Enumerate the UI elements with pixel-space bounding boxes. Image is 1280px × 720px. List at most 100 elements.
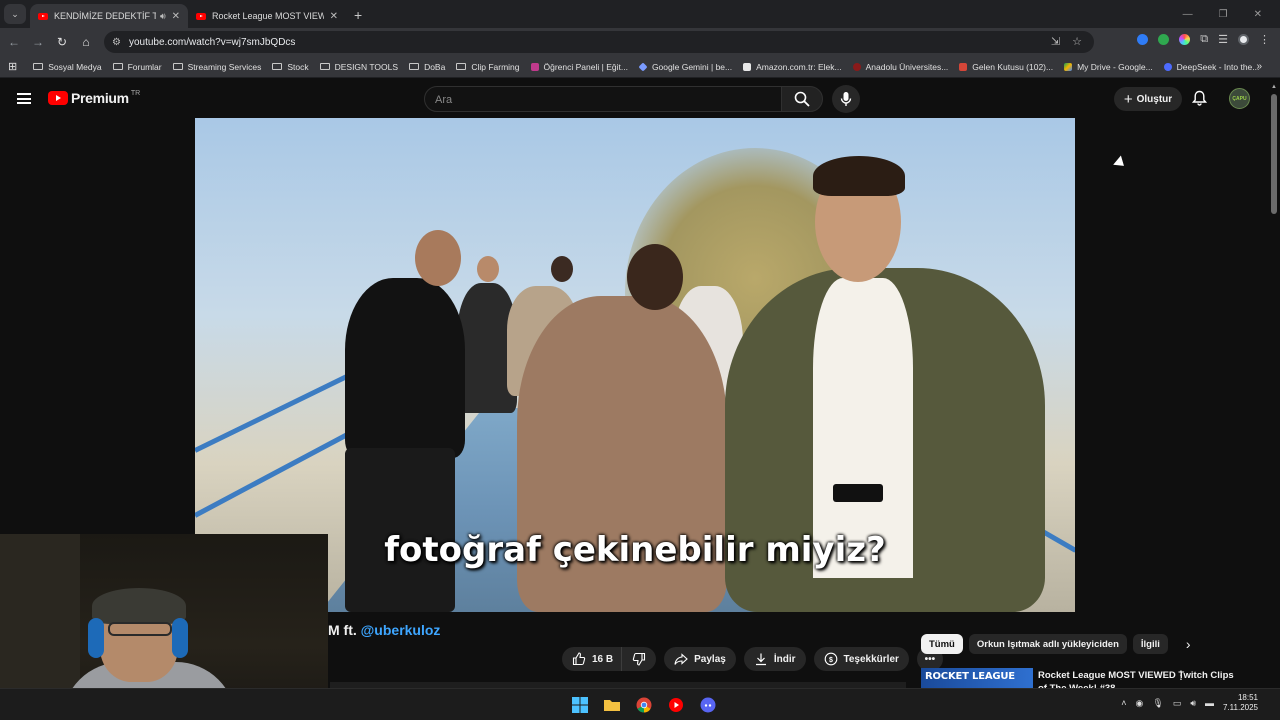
windows-start-icon[interactable] [570,695,590,715]
notifications-button[interactable] [1191,90,1208,111]
bookmark-label: DeepSeek - Into the... [1176,61,1260,72]
mention-link[interactable]: @uberkuloz [361,622,441,638]
search-button[interactable] [781,86,823,112]
bookmark-link[interactable]: Öğrenci Paneli | Eğit... [530,62,628,72]
home-icon[interactable]: ⌂ [76,35,96,49]
address-bar[interactable]: ⚙ youtube.com/watch?v=wj7smJbQDcs ⇲ ☆ [104,31,1094,53]
forward-icon[interactable]: → [28,35,48,49]
bookmark-link[interactable]: Google Gemini | be... [638,62,732,72]
bookmark-folder[interactable]: DESIGN TOOLS [319,61,399,72]
video-person-head [415,230,461,286]
youtube-app-icon[interactable] [666,695,686,715]
bookmark-link[interactable]: Gelen Kutusu (102)... [959,62,1053,72]
bookmark-link[interactable]: DeepSeek - Into the... [1163,61,1260,72]
volume-icon[interactable]: 🔊︎ [1190,698,1196,709]
bookmark-folder[interactable]: DoBa [409,62,445,72]
tab-title: KENDİMİZE DEDEKTİF TUTT [54,11,156,21]
screen: ⌄ KENDİMİZE DEDEKTİF TUTT 🔊︎ ✕ Rocket Le… [0,0,1280,720]
dislike-button[interactable] [621,647,657,671]
like-button[interactable]: 16 B [562,647,622,671]
youtube-logo[interactable]: Premium TR [48,90,140,106]
more-bookmarks-icon[interactable]: » [1256,61,1262,72]
discord-tray-icon[interactable]: ◉ [1136,698,1144,709]
bookmark-folder[interactable]: Forumlar [112,61,162,72]
close-tab-icon[interactable]: ✕ [330,11,338,22]
more-vertical-icon[interactable]: ⋮ [1175,668,1187,682]
minimize-icon[interactable]: — [1183,9,1193,20]
video-person-head [551,256,573,282]
menu-icon[interactable]: ⋮ [1259,33,1270,46]
windows-taskbar: ˄ ◉ 🎙︎ ▭ 🔊︎ ▬ 18:51 7.11.2025 [0,688,1280,720]
voice-search-button[interactable] [832,85,860,113]
bookmark-folder[interactable]: Clip Farming [456,62,520,72]
scrollbar-thumb[interactable] [1271,94,1277,214]
chip-from-uploader[interactable]: Orkun Işıtmak adlı yükleyiciden [968,634,1127,654]
chip-all[interactable]: Tümü [921,634,963,654]
extension-icon[interactable] [1179,34,1191,45]
media-control-icon[interactable]: ☰ [1218,33,1228,46]
page-scrollbar[interactable]: ▲ [1268,80,1280,688]
scroll-up-icon[interactable]: ▲ [1271,84,1277,90]
extension-icon[interactable] [1158,34,1170,45]
folder-icon [33,63,44,70]
chevron-up-icon[interactable]: ˄ [1121,698,1126,708]
discord-icon[interactable] [698,695,718,715]
bookmark-label: Amazon.com.tr: Elek... [756,61,842,72]
plus-icon: + [1123,90,1133,108]
display-icon[interactable]: ▭ [1173,698,1182,709]
bookmark-folder[interactable]: Sosyal Medya [33,62,102,72]
download-label: İndir [773,653,796,665]
create-button[interactable]: + Oluştur [1114,87,1182,111]
microphone-tray-icon[interactable]: 🎙︎ [1152,698,1163,709]
battery-icon[interactable]: ▬ [1205,698,1214,708]
bookmark-link[interactable]: Anadolu Üniversites... [852,62,948,72]
thanks-label: Teşekkürler [843,653,899,665]
close-window-icon[interactable]: ✕ [1254,9,1262,20]
bookmark-star-icon[interactable]: ☆ [1072,35,1082,48]
back-icon[interactable]: ← [4,35,24,49]
folder-icon [456,63,467,70]
puzzle-icon[interactable]: ⧉ [1200,33,1208,46]
folder-icon [112,63,123,70]
youtube-favicon-icon [38,12,48,20]
share-button[interactable]: Paylaş [664,647,736,671]
hamburger-menu-icon[interactable] [17,93,31,104]
recommended-video[interactable]: ROCKET LEAGUE Rocket League MOST VIEWED … [921,668,1267,691]
file-explorer-icon[interactable] [602,695,622,715]
account-avatar[interactable]: ÇAPU [1229,88,1250,109]
logo-text: Premium [71,90,129,106]
download-icon [755,653,766,666]
apps-icon[interactable]: ⊞ [8,60,17,73]
bookmark-link[interactable]: My Drive - Google... [1064,62,1153,72]
close-tab-icon[interactable]: ✕ [172,11,180,22]
site-info-icon[interactable]: ⚙ [112,37,121,48]
new-tab-button[interactable]: + [354,7,362,23]
chip-related[interactable]: İlgili [1132,634,1168,654]
thumbs-down-icon [632,652,646,666]
video-thumbnail[interactable]: ROCKET LEAGUE [921,668,1033,690]
tab-search-button[interactable]: ⌄ [4,4,26,24]
bookmark-folder[interactable]: Streaming Services [172,62,261,72]
chevron-right-icon[interactable]: › [1186,636,1191,652]
chrome-icon[interactable] [634,695,654,715]
bookmark-label: DESIGN TOOLS [334,61,399,72]
bookmark-link[interactable]: Amazon.com.tr: Elek... [743,62,842,72]
bookmark-label: Forumlar [127,61,162,72]
install-app-icon[interactable]: ⇲ [1051,35,1060,48]
restore-icon[interactable]: ❐ [1219,9,1228,20]
thanks-button[interactable]: $ Teşekkürler [813,647,909,671]
tab-inactive[interactable]: Rocket League MOST VIEWED ✕ [188,4,346,28]
taskbar-clock[interactable]: 18:51 7.11.2025 [1223,693,1258,713]
reload-icon[interactable]: ↻ [52,35,72,49]
tab-active[interactable]: KENDİMİZE DEDEKTİF TUTT 🔊︎ ✕ [30,4,188,28]
search-input[interactable]: Ara [424,86,782,112]
speaker-icon[interactable]: 🔊︎ [160,11,166,22]
tab-title: Rocket League MOST VIEWED [212,11,324,21]
download-button[interactable]: İndir [743,647,806,671]
video-title: M ft. @uberkuloz [328,622,440,638]
profile-icon[interactable] [1238,34,1249,45]
video-person-head [627,244,683,310]
share-label: Paylaş [694,653,726,665]
extension-icon[interactable] [1137,34,1149,45]
bookmark-folder[interactable]: Stock [272,62,309,72]
